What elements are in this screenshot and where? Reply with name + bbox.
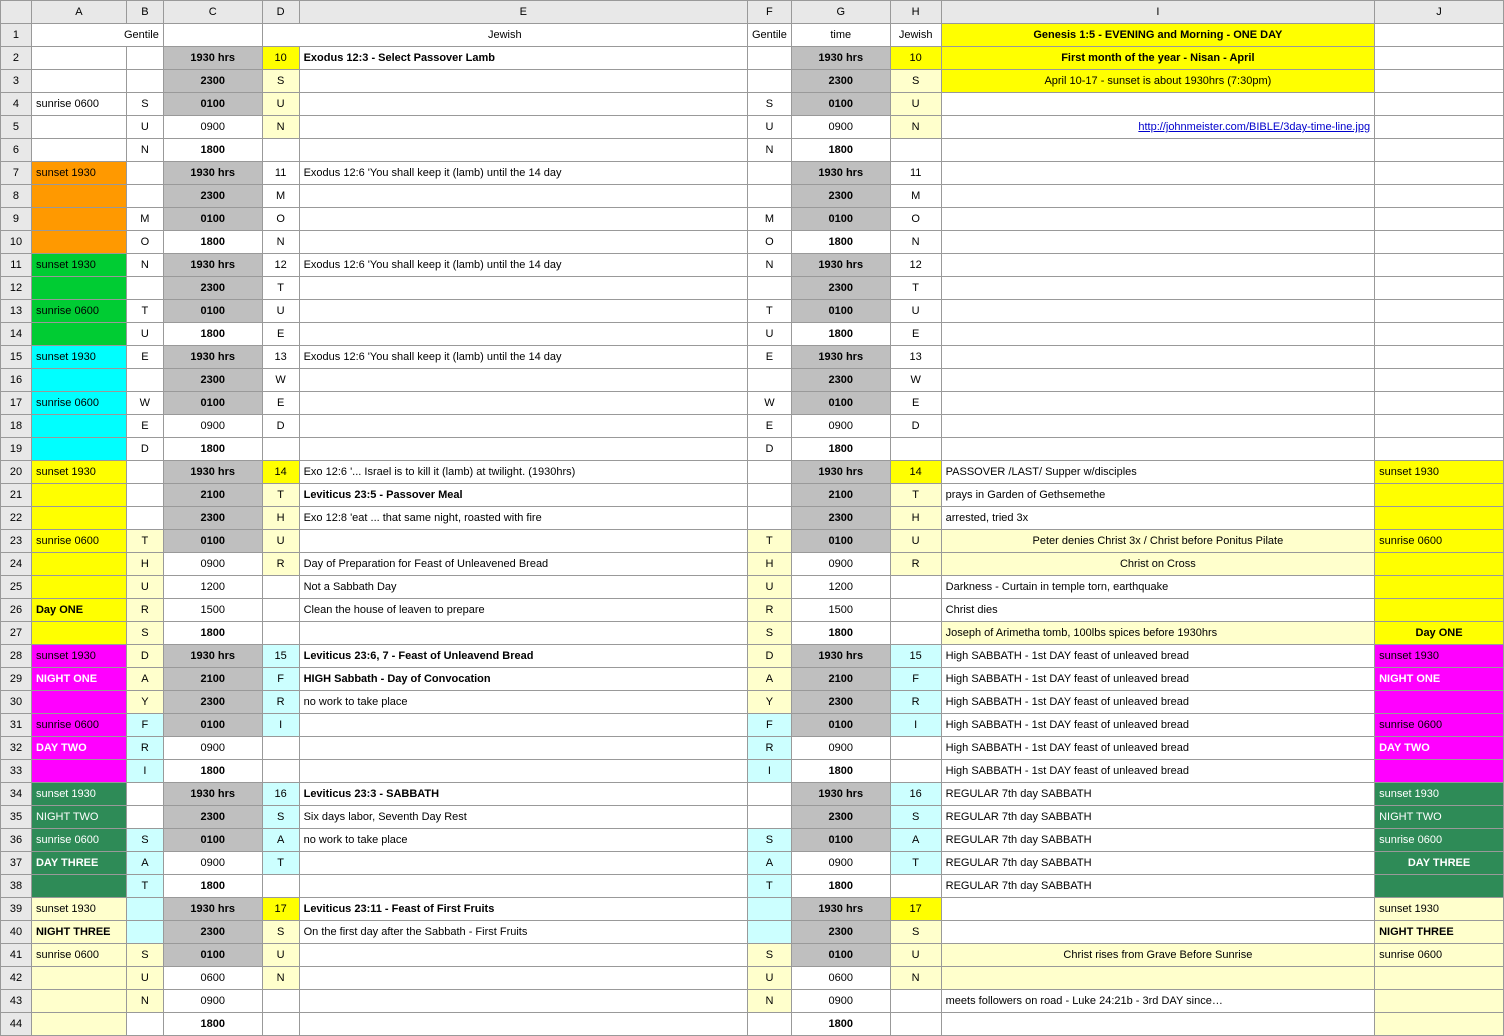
spreadsheet: ABCDEFGHIJ 1GentileJewishGentiletimeJewi… (0, 0, 1504, 1036)
header-gentile-a[interactable]: Gentile (31, 24, 163, 47)
header-jewish[interactable]: Jewish (262, 24, 747, 47)
col-headers: ABCDEFGHIJ (1, 1, 1504, 24)
banner-line1: Genesis 1:5 - EVENING and Morning - ONE … (941, 24, 1374, 47)
link[interactable]: http://johnmeister.com/BIBLE/3day-time-l… (941, 116, 1374, 139)
